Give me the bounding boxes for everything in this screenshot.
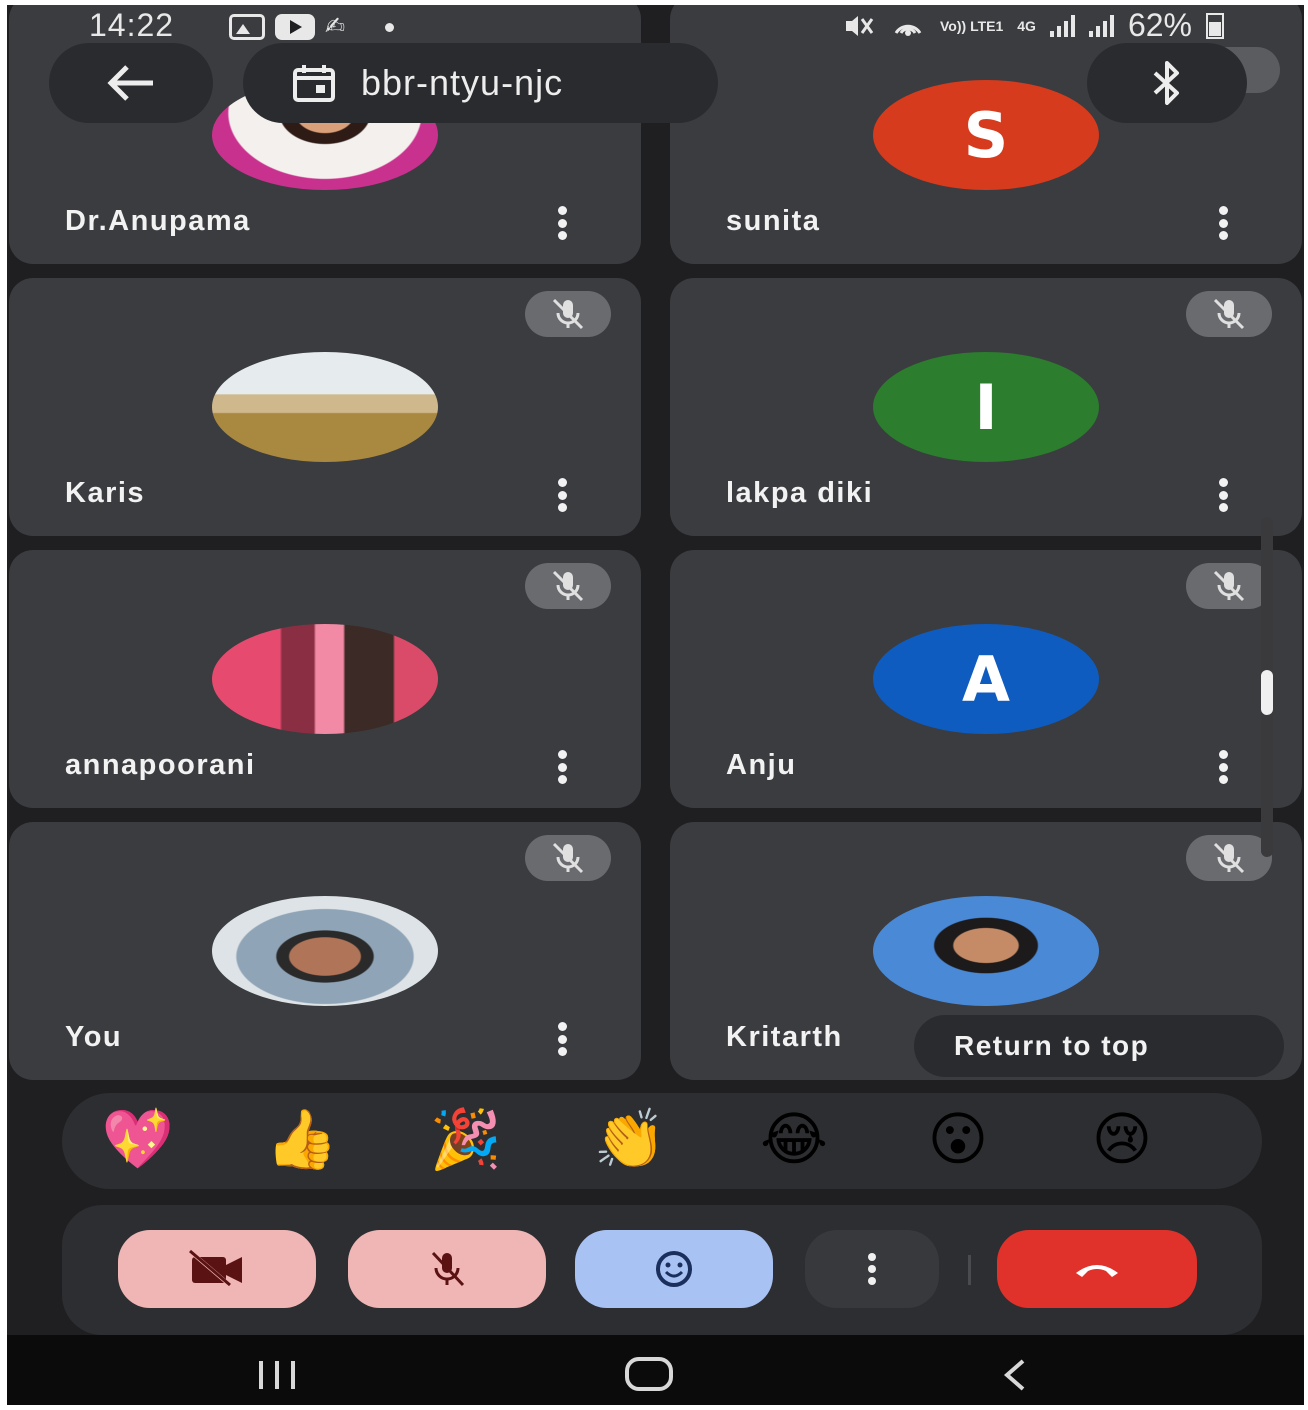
avatar: A — [873, 624, 1099, 734]
participant-name: sunita — [726, 205, 821, 237]
muted-badge — [1186, 835, 1272, 881]
participant-tile[interactable]: I lakpa diki — [670, 278, 1302, 536]
battery-icon — [1206, 12, 1224, 39]
battery-percentage: 62% — [1127, 7, 1192, 43]
more-options-button[interactable] — [1216, 206, 1230, 240]
avatar — [212, 352, 438, 462]
reactions-toggle-button[interactable] — [575, 1230, 773, 1308]
heart-reaction[interactable]: 💖 — [95, 1107, 181, 1173]
muted-badge — [525, 563, 611, 609]
signal-1-icon — [1049, 14, 1075, 37]
end-call-icon — [1076, 1265, 1118, 1277]
avatar-letter: S — [963, 98, 1009, 172]
mic-off-icon — [1213, 570, 1245, 602]
muted-badge — [1186, 291, 1272, 337]
back-nav-button[interactable] — [997, 1357, 1033, 1393]
participant-tile[interactable]: annapoorani — [9, 550, 641, 808]
more-options-button[interactable] — [555, 750, 569, 784]
clap-reaction[interactable]: 👏 — [587, 1107, 673, 1173]
mic-off-icon — [1213, 842, 1245, 874]
camera-toggle-button[interactable] — [118, 1230, 316, 1308]
meeting-code: bbr-ntyu-njc — [361, 62, 564, 103]
participant-tile[interactable]: You — [9, 822, 641, 1080]
back-button[interactable] — [49, 43, 213, 123]
mic-off-icon — [552, 570, 584, 602]
call-controls — [62, 1205, 1262, 1335]
laugh-reaction[interactable]: 😂 — [751, 1107, 837, 1173]
vibrate-mute-icon — [846, 15, 874, 36]
participant-name: Karis — [65, 477, 146, 509]
surprised-reaction[interactable]: 😮 — [915, 1107, 1001, 1173]
avatar — [873, 896, 1099, 1006]
reactions-bar: 💖 👍 🎉 👏 😂 😮 😢 — [62, 1093, 1262, 1189]
participant-name: Anju — [726, 749, 797, 781]
participant-tile[interactable]: A Anju — [670, 550, 1302, 808]
mic-off-icon — [431, 1251, 465, 1287]
microphone-toggle-button[interactable] — [348, 1230, 546, 1308]
more-vert-icon — [868, 1253, 876, 1285]
avatar — [212, 896, 438, 1006]
stylus-icon: ✍ — [325, 13, 346, 40]
meet-screen: 14:22 ✍ Vo)) LTE1 4G 62% bbr-ntyu-njc Dr… — [7, 5, 1304, 1405]
avatar-letter: A — [962, 642, 1010, 716]
system-navigation-bar — [7, 1335, 1304, 1405]
participant-name: Kritarth — [726, 1021, 843, 1053]
more-options-button[interactable] — [555, 478, 569, 512]
mic-off-icon — [1213, 298, 1245, 330]
thumbs-up-reaction[interactable]: 👍 — [259, 1107, 345, 1173]
end-call-button[interactable] — [997, 1230, 1197, 1308]
calendar-icon — [293, 65, 335, 102]
data-type-label: 4G — [1017, 17, 1036, 34]
muted-badge — [525, 835, 611, 881]
youtube-icon — [275, 14, 315, 40]
smile-icon — [656, 1251, 692, 1287]
participant-name: lakpa diki — [726, 477, 874, 509]
hotspot-icon — [894, 24, 922, 36]
signal-2-icon — [1088, 14, 1114, 37]
meeting-info-button[interactable]: bbr-ntyu-njc — [243, 43, 718, 123]
gallery-icon — [229, 14, 265, 40]
bluetooth-icon — [1153, 61, 1179, 105]
volte-label: Vo)) LTE1 — [940, 17, 1004, 34]
audio-output-button[interactable] — [1087, 43, 1247, 123]
muted-badge — [1186, 563, 1272, 609]
status-time: 14:22 — [89, 7, 175, 43]
avatar — [212, 624, 438, 734]
camera-off-icon — [189, 1249, 242, 1289]
participant-name: annapoorani — [65, 749, 256, 781]
controls-divider — [968, 1255, 971, 1285]
party-reaction[interactable]: 🎉 — [423, 1107, 509, 1173]
avatar: I — [873, 352, 1099, 462]
more-options-button[interactable] — [555, 1022, 569, 1056]
status-system-icons: Vo)) LTE1 4G 62% — [842, 7, 1224, 44]
avatar-letter: I — [974, 370, 998, 444]
avatar: S — [873, 80, 1099, 190]
muted-badge — [525, 291, 611, 337]
participant-name: You — [65, 1021, 123, 1053]
mic-off-icon — [552, 298, 584, 330]
more-options-button[interactable] — [1216, 478, 1230, 512]
home-button[interactable] — [625, 1357, 673, 1391]
participant-name: Dr.Anupama — [65, 205, 251, 237]
notification-dot-icon — [385, 22, 394, 32]
return-to-top-button[interactable]: Return to top — [914, 1015, 1284, 1077]
sad-reaction[interactable]: 😢 — [1079, 1107, 1165, 1173]
participant-tile[interactable]: Karis — [9, 278, 641, 536]
more-options-button[interactable] — [805, 1230, 939, 1308]
mic-off-icon — [552, 842, 584, 874]
arrow-left-icon — [107, 65, 153, 101]
more-options-button[interactable] — [1216, 750, 1230, 784]
more-options-button[interactable] — [555, 206, 569, 240]
status-notification-icons: ✍ — [229, 14, 394, 40]
scrollbar-thumb[interactable] — [1261, 670, 1273, 715]
recents-button[interactable] — [259, 1361, 295, 1389]
status-bar: 14:22 ✍ Vo)) LTE1 4G 62% — [7, 5, 1304, 49]
